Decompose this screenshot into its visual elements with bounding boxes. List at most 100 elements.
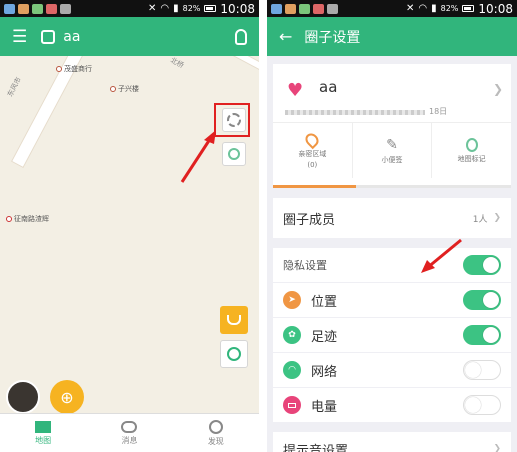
menu-icon[interactable]: ☰ (12, 27, 27, 47)
battery-icon (283, 396, 301, 414)
bottom-nav: 地图 消息 发现 (0, 413, 259, 452)
network-row[interactable]: ◠ 网络 (273, 353, 511, 387)
profile-card[interactable]: ♥ aa ❯ 18日 亲密区域 (0) ✎ 小便签 地图标记 (273, 64, 511, 188)
nav-discover[interactable]: 发现 (173, 414, 259, 452)
smile-button[interactable] (220, 340, 248, 368)
notification-icon (32, 3, 43, 14)
nav-label: 地图 (35, 435, 52, 445)
row-label: 电量 (311, 399, 338, 415)
nav-map[interactable]: 地图 (0, 414, 86, 452)
marker-icon (465, 137, 478, 152)
notification-icon (271, 3, 282, 14)
poi-icon (110, 86, 116, 92)
network-toggle[interactable] (463, 360, 501, 380)
footprint-icon: ✿ (283, 326, 301, 344)
quick-intimate-zone[interactable]: 亲密区域 (0) (273, 123, 353, 178)
footprint-row[interactable]: ✿ 足迹 (273, 318, 511, 352)
poi-icon (6, 216, 12, 222)
pin-icon (303, 130, 322, 149)
wifi-icon: ◠ (160, 3, 170, 14)
notification-icon (285, 3, 296, 14)
notification-icon (327, 3, 338, 14)
status-bar: ✕ ◠ ▮ 82% 10:08 (267, 0, 517, 17)
map-poi: 征南路渣辉 (6, 214, 49, 224)
wifi-icon: ◠ (418, 3, 428, 14)
tone-row[interactable]: 提示音设置 ❯ (273, 432, 511, 452)
add-member-button[interactable]: ⊕ (50, 380, 84, 413)
mute-icon: ✕ (147, 3, 157, 14)
circle-title[interactable]: aa (63, 29, 80, 45)
battery-row[interactable]: 电量 (273, 388, 511, 422)
quick-label: 地图标记 (457, 154, 486, 163)
mute-icon: ✕ (405, 3, 415, 14)
arrow-annotation (421, 238, 462, 273)
avatar[interactable] (6, 380, 40, 413)
footprint-toggle[interactable] (463, 325, 501, 345)
arrow-annotation (180, 130, 216, 183)
pushpin-icon: ✎ (386, 136, 398, 153)
clock: 10:08 (220, 1, 255, 16)
progress-fill (273, 185, 357, 188)
notification-icon (18, 3, 29, 14)
battery-icon (462, 5, 475, 12)
members-count: 1人 (472, 214, 488, 225)
page-title: 圈子设置 (304, 29, 361, 46)
map-poi: 子兴楼 (110, 84, 139, 94)
back-arrow-icon[interactable]: ← (279, 27, 292, 46)
chevron-right-icon: ❯ (492, 82, 503, 96)
nav-label: 消息 (121, 435, 138, 445)
battery-percent: 82% (182, 4, 201, 13)
app-bar: ☰ aa (0, 17, 259, 56)
status-bar: ✕ ◠ ▮ 82% 10:08 (0, 0, 259, 17)
profile-date: 18日 (429, 107, 448, 116)
pocket-button[interactable] (220, 306, 248, 334)
quick-count: (0) (307, 160, 318, 169)
battery-percent: 82% (440, 4, 459, 13)
add-user-icon: ⊕ (60, 387, 74, 407)
quick-map-marks[interactable]: 地图标记 (432, 123, 511, 178)
road-label: 北桥 (168, 56, 186, 70)
redacted-text (285, 110, 425, 115)
notification-icon (4, 3, 15, 14)
poi-label: 征南路渣辉 (14, 215, 49, 223)
left-screen: ✕ ◠ ▮ 82% 10:08 ☰ aa 东风市 北桥 茂盛商行 子兴楼 征南路… (0, 0, 259, 452)
profile-name: aa (319, 78, 338, 96)
locate-button[interactable] (222, 142, 246, 166)
heart-icon: ♥ (287, 80, 304, 101)
lightbulb-icon[interactable] (235, 28, 247, 45)
location-toggle[interactable] (463, 290, 501, 310)
signal-icon: ▮ (173, 3, 179, 14)
chat-icon (121, 420, 138, 433)
members-row[interactable]: 圈子成员 1人 ❯ (273, 198, 511, 238)
row-label: 足迹 (311, 329, 338, 345)
row-label: 隐私设置 (283, 259, 327, 272)
quick-actions: 亲密区域 (0) ✎ 小便签 地图标记 (273, 122, 511, 178)
notification-icon (46, 3, 57, 14)
wifi-icon: ◠ (283, 361, 301, 379)
nav-messages[interactable]: 消息 (86, 414, 172, 452)
map-poi: 茂盛商行 (56, 64, 92, 74)
chevron-right-icon: ❯ (493, 213, 501, 223)
nav-label: 发现 (207, 436, 224, 446)
signal-icon: ▮ (431, 3, 437, 14)
clock: 10:08 (478, 1, 513, 16)
battery-toggle[interactable] (463, 395, 501, 415)
battery-icon (204, 5, 217, 12)
quick-notes[interactable]: ✎ 小便签 (353, 123, 433, 178)
privacy-row[interactable]: 隐私设置 (273, 248, 511, 282)
map-view[interactable]: 东风市 北桥 茂盛商行 子兴楼 征南路渣辉 ⊕ (0, 56, 259, 413)
compass-icon (208, 419, 223, 434)
locate-icon (228, 148, 240, 160)
location-row[interactable]: ➤ 位置 (273, 283, 511, 317)
poi-label: 子兴楼 (118, 85, 139, 93)
quick-label: 小便签 (381, 155, 403, 164)
app-bar: ← 圈子设置 (267, 17, 517, 56)
quick-label: 亲密区域 (298, 149, 327, 158)
right-screen: ✕ ◠ ▮ 82% 10:08 ← 圈子设置 ♥ aa ❯ 18日 亲密区域 (… (267, 0, 517, 452)
privacy-toggle[interactable] (463, 255, 501, 275)
smile-icon (227, 347, 241, 361)
row-label: 网络 (311, 364, 338, 380)
notification-icon (313, 3, 324, 14)
pocket-icon (227, 315, 241, 325)
notification-icon (299, 3, 310, 14)
